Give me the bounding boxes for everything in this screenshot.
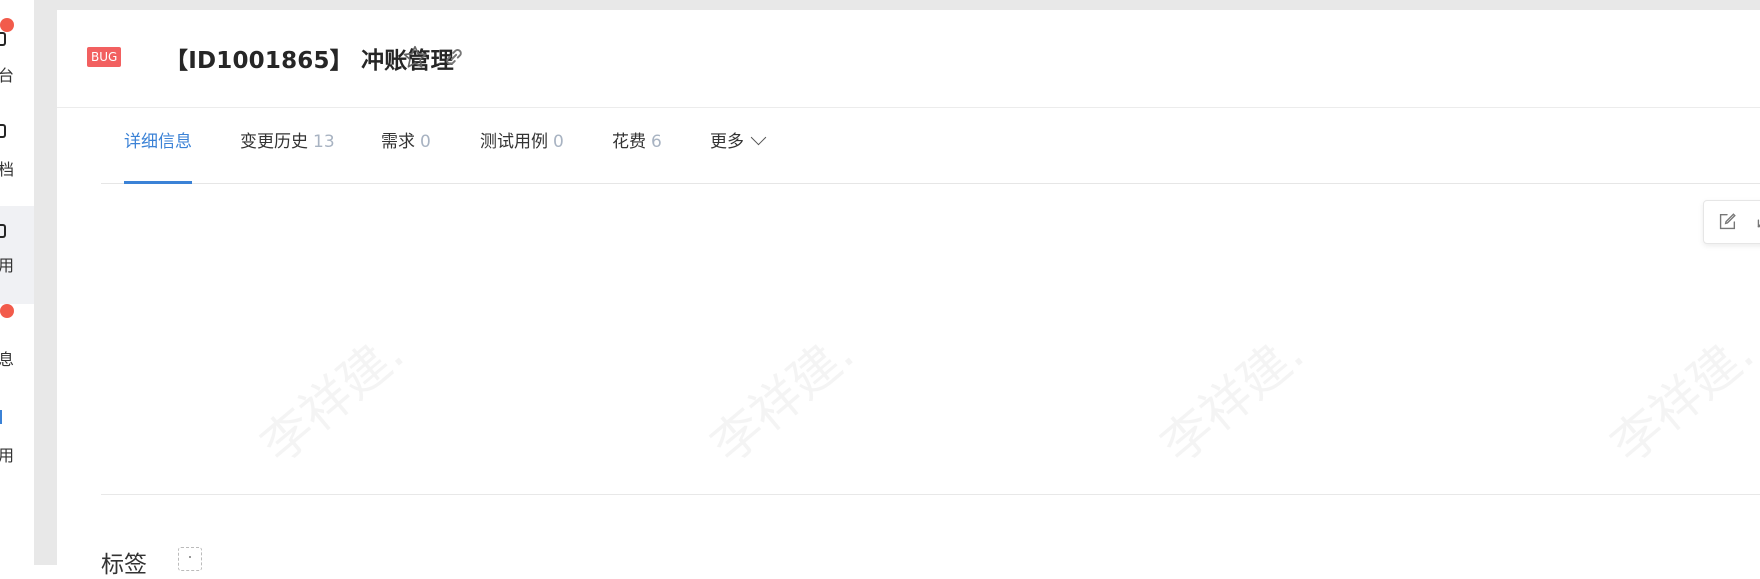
tab-test-cases[interactable]: 测试用例 0 xyxy=(480,107,564,183)
watermark: 李祥建. xyxy=(1143,315,1316,477)
watermark: 李祥建. xyxy=(1593,315,1760,477)
tab-change-history[interactable]: 变更历史 13 xyxy=(240,107,335,183)
chevron-down-icon xyxy=(750,129,767,146)
sidebar-item-messages[interactable]: 息 xyxy=(0,304,34,402)
sidebar-item-apps[interactable]: 用 xyxy=(0,206,34,304)
edit-icon[interactable] xyxy=(1716,211,1738,233)
tab-cost[interactable]: 花费 6 xyxy=(612,107,662,183)
watermark: 李祥建. xyxy=(243,315,416,477)
tab-label: 更多 xyxy=(710,132,744,152)
tab-details[interactable]: 详细信息 xyxy=(124,107,192,184)
tab-label: 测试用例 xyxy=(480,132,548,152)
notification-dot xyxy=(0,18,14,32)
type-badge: BUG xyxy=(87,47,122,67)
notification-dot xyxy=(0,304,14,318)
document-icon xyxy=(0,124,6,138)
tab-label: 详细信息 xyxy=(124,132,192,152)
tab-count: 0 xyxy=(420,132,431,152)
tab-label: 变更历史 xyxy=(240,132,308,152)
workbench-icon xyxy=(0,32,6,46)
tab-count: 0 xyxy=(553,132,564,152)
left-sidebar: 台 档 用 息 用 xyxy=(0,0,34,565)
sidebar-gutter xyxy=(34,0,57,565)
collapse-arrow-icon[interactable] xyxy=(1752,211,1760,233)
detail-header: BUG 【ID1001865】 冲账管理 xyxy=(57,10,1760,108)
sidebar-item-label: 台 xyxy=(0,66,14,85)
tab-label: 花费 xyxy=(612,132,646,152)
sidebar-item-label: 用 xyxy=(0,446,14,465)
sidebar-item-label: 档 xyxy=(0,160,14,179)
tags-label: 标签 xyxy=(101,552,147,578)
detail-panel: BUG 【ID1001865】 冲账管理 详细信息 变更历史 13 需求 0 测试用… xyxy=(57,10,1760,578)
section-divider xyxy=(101,494,1760,495)
tab-label: 需求 xyxy=(381,132,415,152)
link-icon[interactable] xyxy=(441,44,467,70)
tab-count: 6 xyxy=(651,132,662,152)
star-icon[interactable] xyxy=(402,44,428,70)
detail-tabs: 详细信息 变更历史 13 需求 0 测试用例 0 花费 6 更多 xyxy=(101,107,1760,184)
floating-toolbar xyxy=(1703,200,1760,244)
watermark: 李祥建. xyxy=(693,315,866,477)
tab-requirements[interactable]: 需求 0 xyxy=(381,107,431,183)
user-icon xyxy=(0,410,2,424)
sidebar-item-label: 用 xyxy=(0,256,14,275)
sidebar-item-user[interactable]: 用 xyxy=(0,402,34,500)
top-gutter xyxy=(57,0,1760,10)
sidebar-item-label: 息 xyxy=(0,350,14,369)
sidebar-item-docs[interactable]: 档 xyxy=(0,98,34,196)
tab-more-dropdown[interactable]: 更多 xyxy=(710,107,767,183)
app-icon xyxy=(0,224,6,238)
add-tag-button[interactable] xyxy=(178,547,202,571)
tab-count: 13 xyxy=(313,132,335,152)
sidebar-item-workbench[interactable]: 台 xyxy=(0,0,34,98)
